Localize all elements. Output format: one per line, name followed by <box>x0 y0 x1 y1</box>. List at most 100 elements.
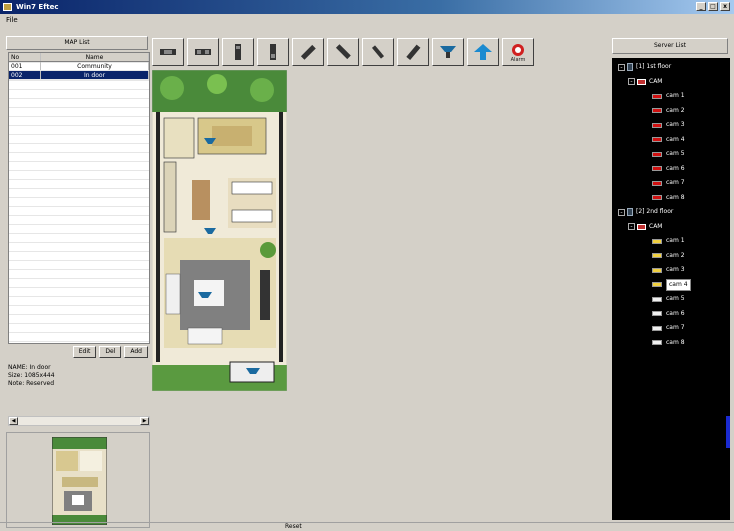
camera-label: cam 4 <box>666 135 685 143</box>
collapse-icon[interactable]: - <box>618 208 625 216</box>
tree-camera[interactable]: cam 6 <box>652 309 685 319</box>
group-label: CAM <box>649 77 663 85</box>
tree-camera[interactable]: cam 5 <box>652 149 685 159</box>
camera-label: cam 3 <box>666 121 685 128</box>
table-row[interactable]: 002 In door <box>9 71 149 80</box>
server-icon <box>627 63 633 71</box>
map-list-header: MAP List <box>6 36 148 50</box>
tree-camera[interactable]: cam 4 <box>652 135 685 145</box>
camera-label: cam 6 <box>666 164 685 172</box>
server-list-header: Server List <box>612 38 728 54</box>
tree-camera[interactable]: cam 1 <box>652 236 685 246</box>
bullet-cam-icon[interactable] <box>257 38 289 66</box>
minimize-button[interactable]: _ <box>696 2 706 11</box>
alarm-icon[interactable]: Alarm <box>502 38 534 66</box>
camera-label: cam 8 <box>666 338 685 346</box>
menu-bar: File <box>0 14 734 26</box>
camera-label: cam 2 <box>666 251 685 259</box>
camera-label: cam 5 <box>666 150 685 157</box>
row-no: 001 <box>9 62 41 70</box>
map-list-column-header: No Name <box>9 53 149 62</box>
info-note: Note: Reserved <box>8 380 55 387</box>
tree-camera[interactable]: cam 7 <box>652 178 685 188</box>
floor-plan-image <box>152 70 287 391</box>
table-row[interactable]: 001 Community <box>9 62 149 71</box>
close-button[interactable]: x <box>720 2 730 11</box>
map-list-table[interactable]: No Name 001 Community 002 In door <box>8 52 150 344</box>
server-tree[interactable]: - [1] 1st floor - CAM cam 1 cam 2 cam 3 cam 4 ca… <box>612 58 730 520</box>
collapse-icon[interactable]: - <box>618 63 625 71</box>
tree-camera[interactable]: cam 3 <box>652 120 685 130</box>
tree-cam-group[interactable]: - CAM <box>628 77 662 87</box>
sensor-right-icon[interactable] <box>327 38 359 66</box>
camera-icon <box>652 282 662 287</box>
scroll-right-arrow-icon[interactable]: ▶ <box>140 417 149 425</box>
ptz-cam-icon[interactable] <box>152 38 184 66</box>
camera-icon <box>652 195 662 200</box>
camera-icon <box>652 180 662 186</box>
status-bar: Reset <box>0 522 734 530</box>
edit-button[interactable]: Edit <box>72 346 97 358</box>
menu-file[interactable]: File <box>6 16 18 24</box>
server-icon <box>627 208 633 216</box>
speed-dome-icon[interactable] <box>432 38 464 66</box>
camera-label: cam 1 <box>666 237 685 244</box>
row-name: Community <box>41 62 149 70</box>
tree-scrollbar[interactable] <box>726 416 730 448</box>
tree-camera[interactable]: cam 4 <box>652 278 691 291</box>
camera-icon <box>652 122 662 128</box>
tree-camera[interactable]: cam 6 <box>652 164 685 174</box>
add-button[interactable]: Add <box>124 346 148 358</box>
horizontal-scrollbar[interactable]: ◀ ▶ <box>8 416 150 426</box>
info-name: NAME: In door <box>8 364 51 371</box>
tree-camera[interactable]: cam 5 <box>652 294 685 304</box>
tree-camera[interactable]: cam 3 <box>652 265 685 275</box>
row-name: In door <box>41 71 149 79</box>
camera-icon <box>652 253 662 258</box>
camera-icon <box>652 325 662 331</box>
app-icon <box>3 3 12 11</box>
camera-icon <box>652 93 662 99</box>
camera-label: cam 8 <box>666 193 685 201</box>
sensor-left-icon[interactable] <box>292 38 324 66</box>
table-grid <box>9 62 149 343</box>
tree-camera[interactable]: cam 1 <box>652 91 685 101</box>
sensor-diag-icon[interactable] <box>362 38 394 66</box>
camera-icon <box>652 311 662 316</box>
tree-camera[interactable]: cam 2 <box>652 106 685 116</box>
tree-server[interactable]: - [2] 2nd floor <box>618 207 673 217</box>
camera-icon <box>652 238 662 244</box>
group-label: CAM <box>649 222 663 230</box>
tree-camera[interactable]: cam 8 <box>652 193 685 203</box>
map-thumbnail[interactable] <box>52 437 107 525</box>
delete-button[interactable]: Del <box>99 346 122 358</box>
camera-group-icon <box>637 78 646 85</box>
sensor-up-icon[interactable] <box>397 38 429 66</box>
collapse-icon[interactable]: - <box>628 78 635 85</box>
dome-cam-icon[interactable] <box>187 38 219 66</box>
camera-label: cam 4 <box>666 278 691 291</box>
camera-label: cam 6 <box>666 309 685 317</box>
tree-cam-group[interactable]: - CAM <box>628 222 662 232</box>
window-title: Win7 Eftec <box>16 3 59 11</box>
column-name[interactable]: Name <box>41 53 149 61</box>
info-size: Size: 1085x444 <box>8 372 55 379</box>
camera-icon <box>652 151 662 157</box>
scroll-left-arrow-icon[interactable]: ◀ <box>9 417 18 425</box>
tree-server[interactable]: - [1] 1st floor <box>618 62 671 72</box>
box-cam-icon[interactable] <box>222 38 254 66</box>
column-no[interactable]: No <box>9 53 41 61</box>
maximize-button[interactable]: □ <box>708 2 718 11</box>
camera-label: cam 2 <box>666 106 685 114</box>
tree-camera[interactable]: cam 2 <box>652 251 685 261</box>
map-panel: MAP List No Name 001 Community 002 In do… <box>2 28 150 528</box>
collapse-icon[interactable]: - <box>628 223 635 230</box>
tree-camera[interactable]: cam 8 <box>652 338 685 348</box>
server-label: [2] 2nd floor <box>636 208 674 215</box>
tree-camera[interactable]: cam 7 <box>652 323 685 333</box>
camera-icon <box>652 166 662 171</box>
camera-icon <box>652 296 662 302</box>
network-cam-icon[interactable] <box>467 38 499 66</box>
title-bar: Win7 Eftec _ □ x <box>0 0 734 14</box>
map-canvas[interactable] <box>152 70 608 520</box>
